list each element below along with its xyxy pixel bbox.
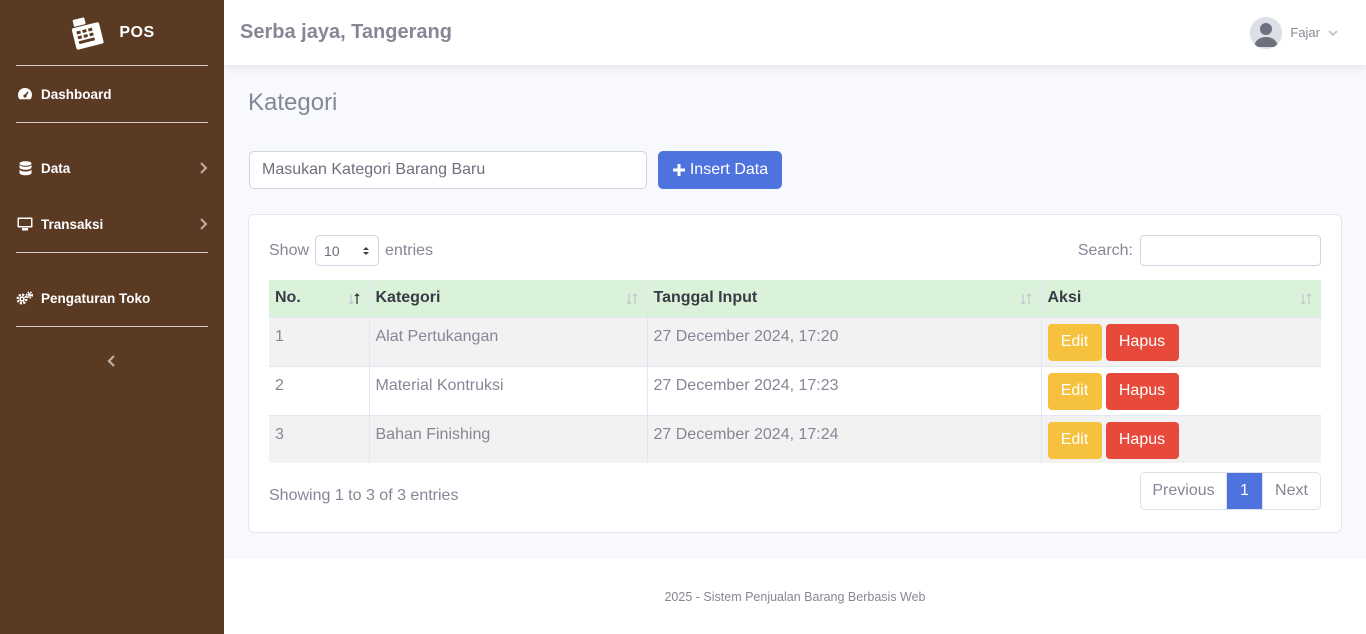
- footer: 2025 - Sistem Penjualan Barang Berbasis …: [224, 559, 1366, 634]
- sort-icon: [1300, 293, 1312, 305]
- delete-button[interactable]: Hapus: [1105, 323, 1179, 361]
- store-name: Serba jaya, Tangerang: [240, 21, 452, 43]
- page-length-value: 10: [324, 242, 340, 259]
- cell-tanggal: 27 December 2024, 17:24: [646, 414, 1041, 463]
- table-info: Showing 1 to 3 of 3 entries: [269, 487, 459, 504]
- edit-button[interactable]: Edit: [1047, 421, 1102, 459]
- cell-kategori: Material Kontruksi: [368, 365, 647, 415]
- topbar: Serba jaya, Tangerang Fajar: [224, 0, 1366, 65]
- sidebar-divider: [16, 122, 208, 123]
- sidebar-item-data[interactable]: Data: [0, 140, 224, 196]
- tachometer-icon: [16, 86, 34, 102]
- cell-aksi: Edit Hapus: [1040, 365, 1321, 415]
- pagination: Previous 1 Next: [1140, 472, 1321, 510]
- footer-text: 2025 - Sistem Penjualan Barang Berbasis …: [664, 589, 926, 604]
- column-header-label: Tanggal Input: [653, 289, 758, 307]
- table-card: Show 10 entries Search: No. Kategori Tan…: [248, 214, 1342, 533]
- insert-data-label: Insert Data: [689, 161, 769, 178]
- sort-icon: [626, 293, 637, 305]
- delete-button[interactable]: Hapus: [1105, 372, 1179, 410]
- database-icon: [16, 160, 34, 176]
- delete-button[interactable]: Hapus: [1105, 421, 1179, 459]
- cash-register-icon: [72, 16, 104, 50]
- table-row: 3 Bahan Finishing 27 December 2024, 17:2…: [269, 414, 1321, 463]
- table-search: Search:: [1078, 235, 1321, 266]
- pagination-page-1[interactable]: 1: [1227, 473, 1262, 509]
- cell-tanggal: 27 December 2024, 17:23: [646, 365, 1041, 415]
- search-input[interactable]: [1140, 235, 1321, 266]
- chevron-left-icon: [107, 355, 115, 367]
- table-row: 1 Alat Pertukangan 27 December 2024, 17:…: [269, 316, 1321, 366]
- category-input[interactable]: [249, 151, 647, 189]
- pagination-previous[interactable]: Previous: [1141, 473, 1227, 509]
- column-header-kategori[interactable]: Kategori: [368, 280, 647, 318]
- column-header-label: Kategori: [375, 289, 441, 307]
- category-table: No. Kategori Tanggal Input Aksi 1 Alat P…: [269, 280, 1321, 463]
- cell-kategori: Bahan Finishing: [368, 414, 647, 463]
- sidebar: POS Dashboard Data Transaksi Pengaturan …: [0, 0, 224, 634]
- table-row: 2 Material Kontruksi 27 December 2024, 1…: [269, 365, 1321, 415]
- main-content: Kategori Insert Data Show 10 entries Sea…: [224, 65, 1366, 559]
- sidebar-item-dashboard[interactable]: Dashboard: [0, 66, 224, 122]
- cell-aksi: Edit Hapus: [1040, 316, 1321, 366]
- desktop-icon: [16, 216, 34, 232]
- cell-no: 2: [269, 365, 369, 415]
- search-label: Search:: [1077, 241, 1133, 259]
- sidebar-item-label: Dashboard: [41, 86, 112, 102]
- insert-data-button[interactable]: Insert Data: [658, 151, 782, 189]
- chevron-right-icon: [200, 218, 208, 230]
- brand[interactable]: POS: [0, 0, 224, 65]
- user-name: Fajar: [1290, 25, 1320, 40]
- column-header-label: No.: [275, 289, 301, 307]
- show-label: Show: [269, 241, 310, 259]
- pagination-next[interactable]: Next: [1262, 473, 1320, 509]
- chevron-down-icon: [1328, 29, 1338, 36]
- sidebar-toggle-button[interactable]: [101, 350, 123, 372]
- plus-icon: [672, 164, 685, 176]
- gears-icon: [16, 290, 34, 306]
- cell-tanggal: 27 December 2024, 17:20: [646, 316, 1041, 366]
- user-menu[interactable]: Fajar: [1250, 16, 1350, 49]
- cell-no: 3: [269, 414, 369, 463]
- select-arrows-icon: [363, 246, 370, 255]
- sidebar-item-label: Pengaturan Toko: [41, 290, 151, 306]
- entries-label: entries: [385, 241, 434, 259]
- sort-asc-icon: [348, 293, 359, 305]
- sidebar-divider: [16, 326, 208, 327]
- page-title: Kategori: [248, 89, 338, 116]
- column-header-tanggal-input[interactable]: Tanggal Input: [646, 280, 1041, 318]
- cell-no: 1: [269, 316, 369, 366]
- column-header-label: Aksi: [1047, 289, 1082, 307]
- cell-kategori: Alat Pertukangan: [368, 316, 647, 366]
- cell-aksi: Edit Hapus: [1040, 414, 1321, 463]
- brand-name: POS: [119, 23, 155, 41]
- edit-button[interactable]: Edit: [1047, 323, 1102, 361]
- edit-button[interactable]: Edit: [1047, 372, 1102, 410]
- sort-icon: [1020, 293, 1031, 305]
- avatar: [1250, 16, 1283, 49]
- page-length-select[interactable]: 10: [315, 235, 380, 266]
- page-length-control: Show 10 entries: [269, 235, 433, 266]
- column-header-no[interactable]: No.: [269, 280, 369, 318]
- column-header-aksi[interactable]: Aksi: [1040, 280, 1321, 318]
- sidebar-item-label: Transaksi: [41, 216, 104, 232]
- sidebar-item-transaksi[interactable]: Transaksi: [0, 196, 224, 252]
- sidebar-item-pengaturan-toko[interactable]: Pengaturan Toko: [0, 270, 224, 326]
- sidebar-item-label: Data: [41, 160, 71, 176]
- sidebar-divider: [16, 252, 208, 253]
- chevron-right-icon: [200, 162, 208, 174]
